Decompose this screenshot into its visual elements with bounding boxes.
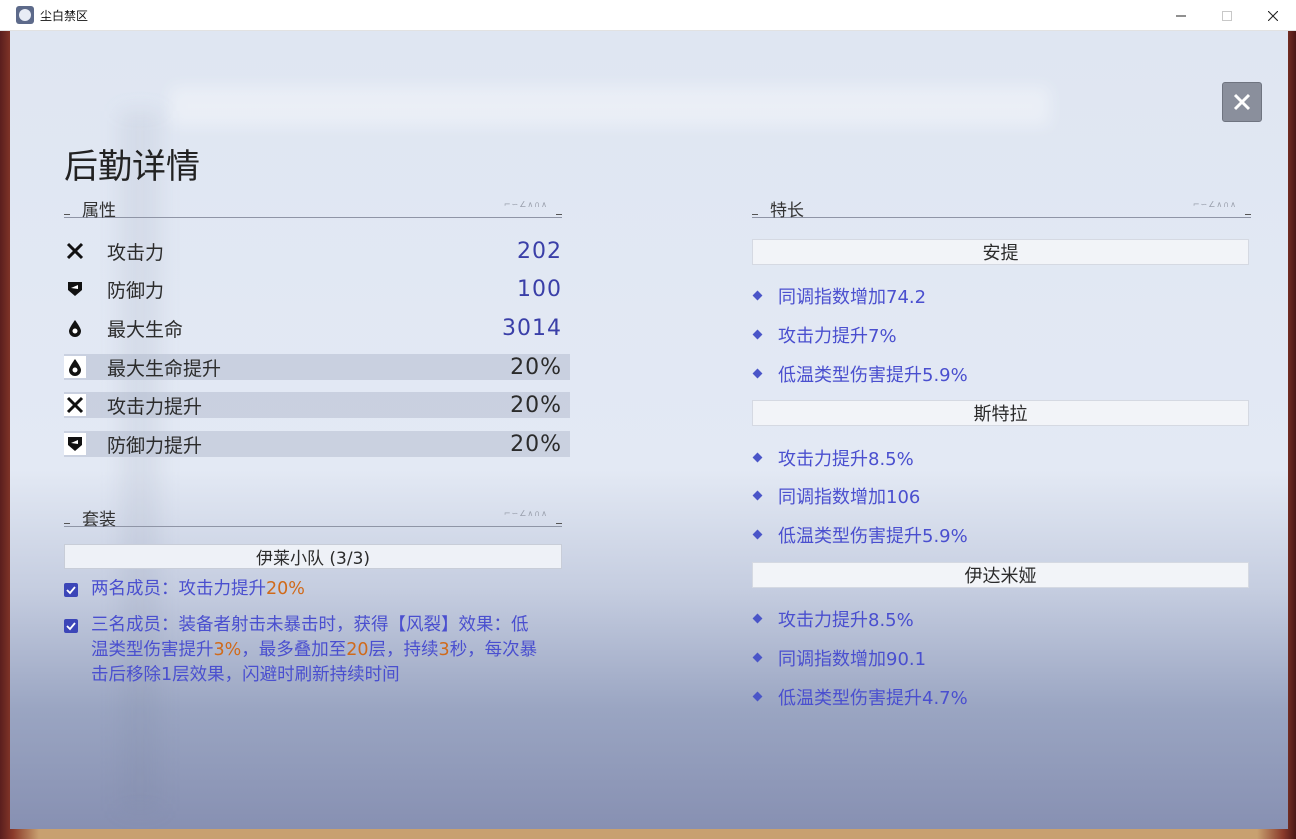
close-icon: [1233, 93, 1251, 111]
logistics-detail-panel: 后勤详情 属性 ⌐∽∠∧∩∧ 攻击力 202 防御力 100 最大生命 3014…: [10, 31, 1288, 829]
crossed-swords-icon: [64, 394, 86, 416]
drop-icon: [64, 317, 86, 339]
maximize-icon: [1222, 10, 1232, 21]
minimize-button[interactable]: [1158, 0, 1204, 31]
set-name: 伊莱小队 (3/3): [64, 544, 562, 569]
stat-row-defense-boost: 防御力提升 20%: [64, 431, 570, 457]
specialty-group-name: 斯特拉: [752, 400, 1249, 426]
specialty-group-name: 伊达米娅: [752, 562, 1249, 588]
close-window-button[interactable]: [1250, 0, 1296, 31]
diamond-icon: [752, 329, 763, 340]
page-title: 后勤详情: [64, 147, 200, 187]
stat-name: 防御力: [107, 279, 165, 302]
stat-row-defense: 防御力 100: [64, 276, 570, 302]
specialties-section-label: 特长: [770, 201, 804, 221]
shield-icon: [64, 278, 86, 300]
specialty-group-name: 安提: [752, 239, 1249, 265]
diamond-icon: [752, 529, 763, 540]
close-icon: [1268, 10, 1278, 21]
stat-value: 20%: [510, 392, 562, 418]
window-titlebar: 尘白禁区: [0, 0, 1296, 31]
stat-value: 20%: [510, 354, 562, 380]
stat-row-attack: 攻击力 202: [64, 238, 570, 264]
stat-row-max-hp-boost: 最大生命提升 20%: [64, 354, 570, 380]
stat-name: 最大生命: [107, 318, 184, 341]
diamond-icon: [752, 368, 763, 379]
specialty-item: 低温类型伤害提升5.9%: [752, 522, 968, 547]
diamond-icon: [752, 290, 763, 301]
checkbox-icon: [64, 583, 78, 597]
specialty-item: 同调指数增加74.2: [752, 283, 926, 308]
stat-name: 最大生命提升: [107, 357, 222, 380]
specialty-item: 同调指数增加106: [752, 483, 920, 508]
diamond-icon: [752, 490, 763, 501]
set-bonus-3pc: 三名成员：装备者射击未暴击时，获得【风裂】效果：低温类型伤害提升3%，最多叠加至…: [64, 613, 540, 688]
stat-value: 3014: [502, 315, 562, 341]
stat-row-attack-boost: 攻击力提升 20%: [64, 392, 570, 418]
app-icon: [16, 6, 34, 24]
stat-value: 20%: [510, 431, 562, 457]
diamond-icon: [752, 452, 763, 463]
attributes-section-header: 属性 ⌐∽∠∧∩∧: [64, 196, 562, 221]
stat-name: 防御力提升: [107, 434, 203, 457]
specialty-item: 攻击力提升8.5%: [752, 445, 914, 470]
diamond-icon: [752, 652, 763, 663]
stat-value: 100: [517, 276, 562, 302]
window-controls: [1158, 0, 1296, 31]
close-panel-button[interactable]: [1222, 82, 1262, 122]
specialty-item: 同调指数增加90.1: [752, 645, 926, 670]
shield-icon: [64, 433, 86, 455]
crossed-swords-icon: [64, 240, 86, 262]
specialties-section-header: 特长 ⌐∽∠∧∩∧: [752, 196, 1251, 221]
stat-name: 攻击力提升: [107, 395, 203, 418]
maximize-button[interactable]: [1204, 0, 1250, 31]
set-bonus-2pc: 两名成员：攻击力提升20%: [64, 577, 564, 602]
minimize-icon: [1176, 15, 1186, 16]
specialty-item: 低温类型伤害提升4.7%: [752, 684, 968, 709]
checkbox-icon: [64, 619, 78, 633]
diamond-icon: [752, 691, 763, 702]
specialty-item: 攻击力提升7%: [752, 322, 897, 347]
drop-icon: [64, 356, 86, 378]
diamond-icon: [752, 613, 763, 624]
stat-value: 202: [517, 238, 562, 264]
specialty-item: 攻击力提升8.5%: [752, 606, 914, 631]
set-section-header: 套装 ⌐∽∠∧∩∧: [64, 505, 562, 530]
set-section-label: 套装: [82, 510, 116, 530]
window-title: 尘白禁区: [40, 8, 89, 23]
stat-row-max-hp: 最大生命 3014: [64, 315, 570, 341]
attributes-section-label: 属性: [82, 201, 116, 221]
specialty-item: 低温类型伤害提升5.9%: [752, 361, 968, 386]
stat-name: 攻击力: [107, 241, 165, 264]
